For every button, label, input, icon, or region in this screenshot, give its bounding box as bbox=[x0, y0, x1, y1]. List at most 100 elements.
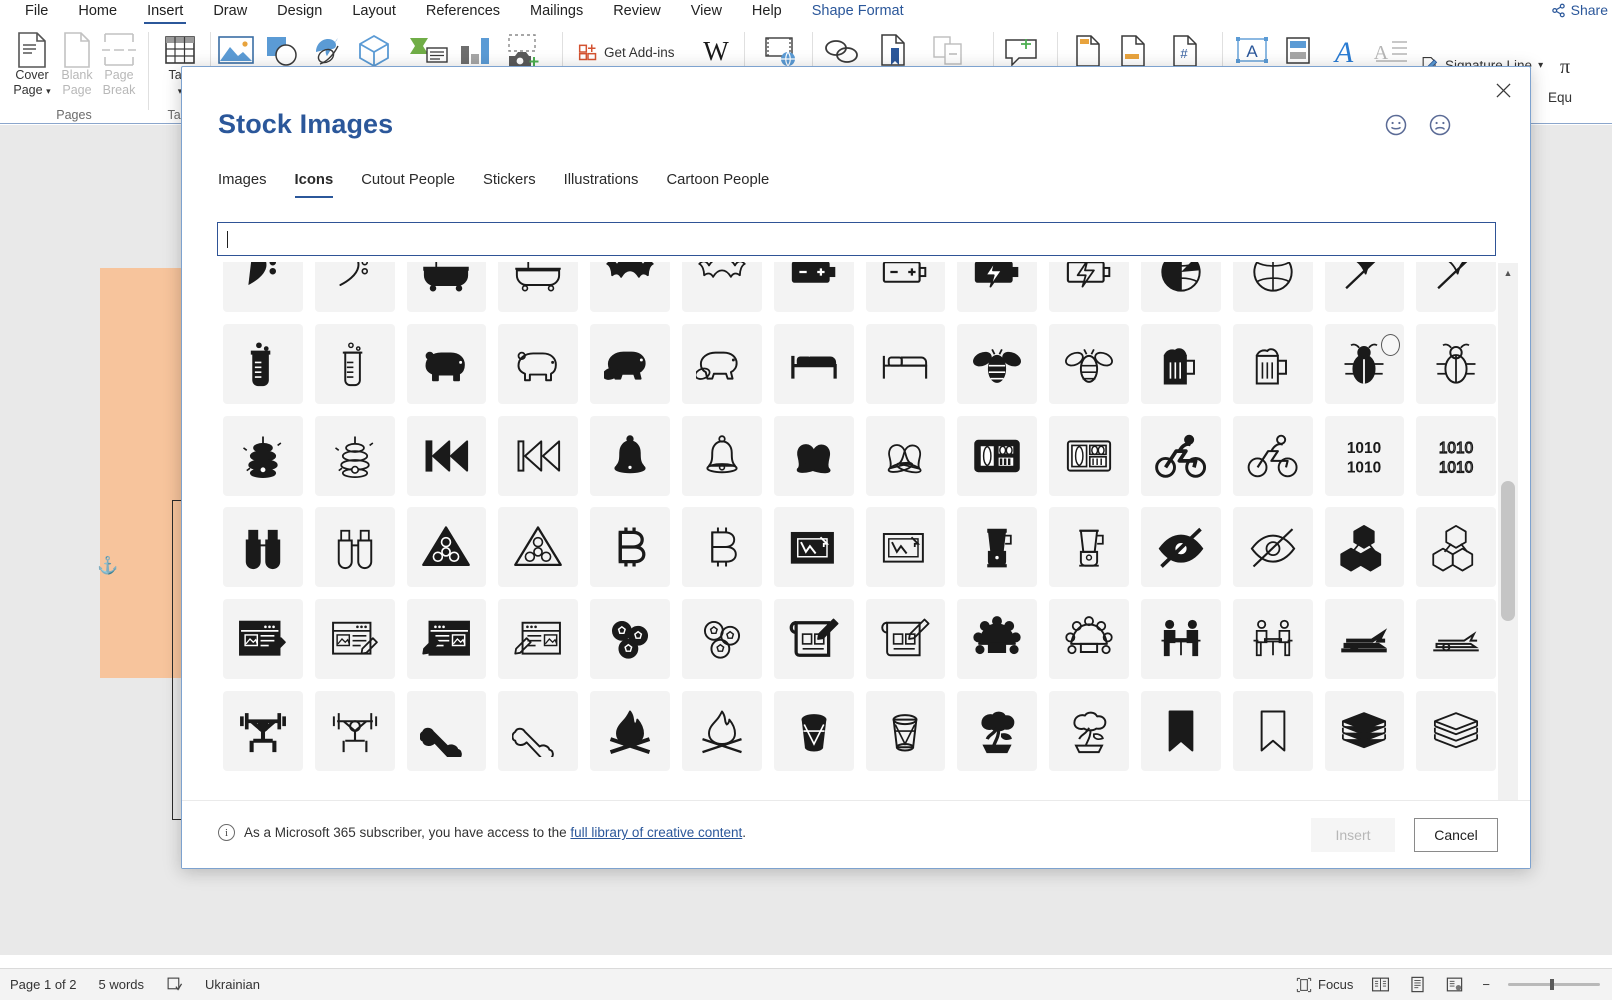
beehive-outline-icon[interactable] bbox=[314, 415, 395, 496]
icon-cell[interactable] bbox=[860, 501, 952, 593]
bear-outline-icon[interactable] bbox=[498, 323, 579, 404]
view-print-layout-button[interactable] bbox=[1408, 976, 1427, 993]
get-addins-button[interactable]: Get Add-ins bbox=[578, 42, 675, 62]
scroll-up-button[interactable]: ▲ bbox=[1498, 263, 1518, 283]
bone-outline-icon[interactable] bbox=[498, 690, 579, 771]
icon-cell[interactable] bbox=[676, 501, 768, 593]
results-scrollbar[interactable]: ▲ ▼ bbox=[1498, 263, 1518, 815]
icon-cell[interactable] bbox=[1135, 262, 1227, 318]
blind-eye-outline-icon[interactable] bbox=[1232, 507, 1313, 588]
equation-button[interactable]: π bbox=[1560, 56, 1570, 79]
beach-ball-filled-icon[interactable] bbox=[1140, 262, 1221, 312]
ribbon-tab-home[interactable]: Home bbox=[63, 0, 132, 24]
icon-cell[interactable] bbox=[1227, 593, 1319, 685]
ribbon-tab-references[interactable]: References bbox=[411, 0, 515, 24]
bonfire-filled-icon[interactable] bbox=[590, 690, 670, 771]
tab-cutout-people[interactable]: Cutout People bbox=[347, 172, 469, 198]
icon-cell[interactable] bbox=[1043, 593, 1135, 685]
search-input[interactable] bbox=[217, 222, 1496, 256]
beaver-outline-icon[interactable] bbox=[681, 323, 762, 404]
boardroom-outline-icon[interactable] bbox=[1049, 599, 1129, 680]
icon-cell[interactable] bbox=[1043, 410, 1135, 502]
icon-cell[interactable] bbox=[1043, 685, 1135, 777]
icon-cell[interactable] bbox=[401, 501, 493, 593]
bat-outline-icon[interactable] bbox=[681, 262, 762, 312]
view-web-layout-button[interactable] bbox=[1445, 976, 1464, 993]
bee-outline-icon[interactable] bbox=[1049, 323, 1129, 404]
beaker-filled-icon[interactable] bbox=[223, 323, 303, 404]
status-word-count[interactable]: 5 words bbox=[99, 977, 145, 992]
boat-filled-icon[interactable] bbox=[1324, 599, 1405, 680]
ribbon-tab-insert[interactable]: Insert bbox=[132, 0, 198, 24]
icon-cell[interactable] bbox=[584, 501, 676, 593]
icon-cell[interactable] bbox=[951, 262, 1043, 318]
bitcoin-filled-icon[interactable] bbox=[590, 507, 670, 588]
ribbon-tab-design[interactable]: Design bbox=[262, 0, 337, 24]
icon-cell[interactable] bbox=[217, 685, 309, 777]
icon-cell[interactable] bbox=[1227, 501, 1319, 593]
blueberries-filled-icon[interactable] bbox=[590, 599, 670, 680]
icon-cell[interactable] bbox=[309, 593, 401, 685]
tab-stickers[interactable]: Stickers bbox=[469, 172, 550, 198]
icon-cell[interactable] bbox=[492, 593, 584, 685]
icon-cell[interactable] bbox=[401, 318, 493, 410]
boardroom-filled-icon[interactable] bbox=[957, 599, 1038, 680]
bathtub-filled-icon[interactable] bbox=[406, 262, 487, 312]
icon-cell[interactable] bbox=[1410, 501, 1502, 593]
icon-cell[interactable] bbox=[951, 501, 1043, 593]
rewind-filled-icon[interactable] bbox=[406, 415, 487, 496]
icon-cell[interactable] bbox=[217, 318, 309, 410]
icon-cell[interactable] bbox=[492, 318, 584, 410]
icon-cell[interactable] bbox=[217, 262, 309, 318]
boat-outline-icon[interactable] bbox=[1416, 599, 1497, 680]
icon-cell[interactable] bbox=[492, 262, 584, 318]
icon-cell[interactable] bbox=[309, 685, 401, 777]
bonsai-filled-icon[interactable] bbox=[957, 690, 1038, 771]
icon-cell[interactable] bbox=[584, 262, 676, 318]
send-a-frown-button[interactable] bbox=[1428, 113, 1452, 137]
icon-cell[interactable] bbox=[860, 593, 952, 685]
bookmark-outline-icon[interactable] bbox=[1232, 690, 1313, 771]
icon-cell[interactable] bbox=[1410, 685, 1502, 777]
beer-mug-filled-icon[interactable] bbox=[1140, 323, 1221, 404]
bicycle-rider-outline-icon[interactable] bbox=[1232, 415, 1313, 496]
icon-cell[interactable] bbox=[1319, 262, 1411, 318]
icon-cell[interactable] bbox=[768, 685, 860, 777]
icon-cell[interactable] bbox=[1135, 318, 1227, 410]
beach-umbrella-filled-icon[interactable] bbox=[1324, 262, 1405, 312]
icon-cell[interactable] bbox=[1319, 593, 1411, 685]
equation-label-wrap[interactable]: Equ bbox=[1548, 90, 1572, 105]
bell-filled-icon[interactable] bbox=[590, 415, 670, 496]
icon-cell[interactable] bbox=[1043, 318, 1135, 410]
icon-cell[interactable] bbox=[584, 593, 676, 685]
signature-line-chevron-icon[interactable]: ▾ bbox=[1538, 60, 1543, 71]
status-page-count[interactable]: Page 1 of 2 bbox=[10, 977, 77, 992]
tab-illustrations[interactable]: Illustrations bbox=[550, 172, 653, 198]
send-a-smile-button[interactable] bbox=[1384, 113, 1408, 137]
battery-charging-outline-icon[interactable] bbox=[1049, 262, 1129, 312]
status-language[interactable]: Ukrainian bbox=[205, 977, 260, 992]
beach-umbrella-outline-icon[interactable] bbox=[1416, 262, 1497, 312]
scrollbar-thumb[interactable] bbox=[1501, 481, 1515, 621]
tab-images[interactable]: Images bbox=[218, 172, 281, 198]
bells-outline-icon[interactable] bbox=[865, 415, 946, 496]
ribbon-tab-shape-format[interactable]: Shape Format bbox=[797, 0, 919, 24]
icon-cell[interactable] bbox=[309, 318, 401, 410]
beehive-filled-icon[interactable] bbox=[223, 415, 303, 496]
page-break-button[interactable]: Page Break bbox=[89, 28, 149, 98]
blockchain-filled-icon[interactable] bbox=[1324, 507, 1405, 588]
ribbon-tab-help[interactable]: Help bbox=[737, 0, 797, 24]
icon-cell[interactable] bbox=[768, 501, 860, 593]
blender-filled-icon[interactable] bbox=[957, 507, 1038, 588]
ribbon-tab-file[interactable]: File bbox=[10, 0, 63, 24]
chart-decline-outline-icon[interactable] bbox=[865, 507, 946, 588]
icon-cell[interactable] bbox=[676, 262, 768, 318]
blind-eye-filled-icon[interactable] bbox=[1140, 507, 1221, 588]
icon-cell[interactable] bbox=[217, 593, 309, 685]
blog-write-filled-icon[interactable] bbox=[406, 599, 487, 680]
bitcoin-outline-icon[interactable] bbox=[681, 507, 762, 588]
bongo-drum-outline-icon[interactable] bbox=[865, 690, 946, 771]
view-read-mode-button[interactable] bbox=[1371, 976, 1390, 993]
battery-outline-icon[interactable] bbox=[865, 262, 946, 312]
icon-cell[interactable] bbox=[1227, 410, 1319, 502]
